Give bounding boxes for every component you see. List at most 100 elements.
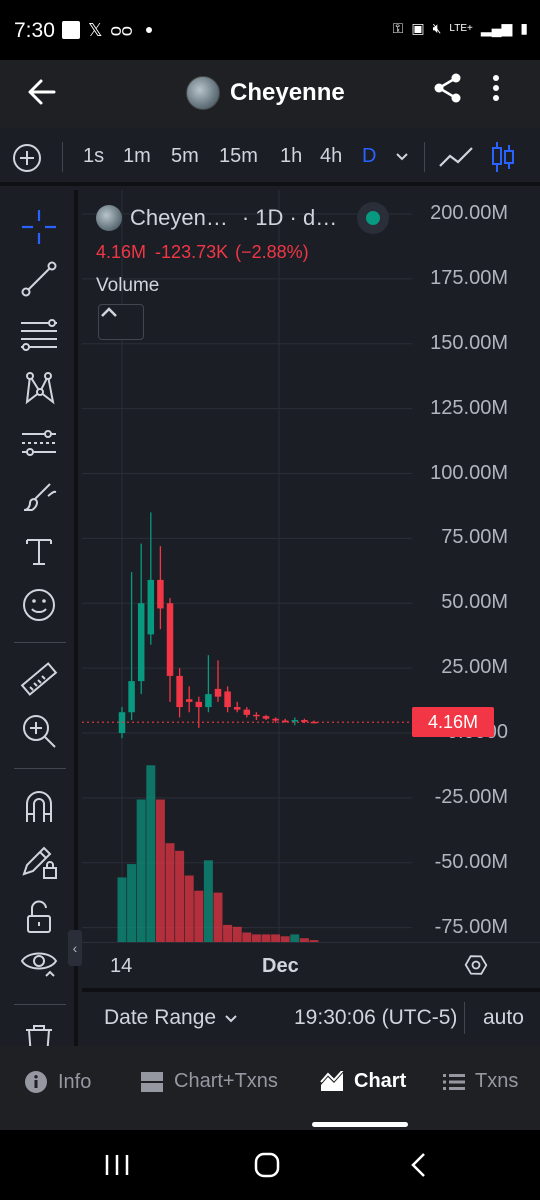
more-button[interactable] <box>486 70 506 106</box>
magnet-tool[interactable] <box>18 786 60 828</box>
legend-symbol[interactable]: Cheyen… <box>130 205 228 231</box>
home-icon <box>254 1152 280 1178</box>
auto-scale-toggle[interactable]: auto <box>483 1006 524 1030</box>
timeframe-d[interactable]: D <box>362 145 376 168</box>
toolbar-divider <box>14 768 66 769</box>
token-avatar <box>186 76 220 110</box>
timeframe-5m[interactable]: 5m <box>171 145 199 168</box>
tab-chart[interactable]: Chart <box>320 1070 406 1093</box>
candle-body <box>185 699 193 702</box>
toolbar-divider <box>14 1004 66 1005</box>
page-title: Cheyenne <box>230 79 345 106</box>
magnet-icon <box>26 791 52 822</box>
time-axis[interactable]: 14 Dec <box>82 942 540 988</box>
system-navigation-bar <box>0 1130 540 1200</box>
candle-body <box>176 675 183 708</box>
chevron-left-icon <box>411 1153 425 1177</box>
tab-label: Txns <box>475 1070 519 1092</box>
square-icon <box>62 21 80 39</box>
brush-tool[interactable] <box>18 476 60 518</box>
price-axis[interactable]: 200.00M 175.00M 150.00M 125.00M 100.00M 75.00… <box>406 190 540 942</box>
volume-bar <box>290 934 300 942</box>
date-range-button[interactable]: Date Range <box>104 1006 238 1030</box>
candlestick-icon <box>492 142 514 172</box>
lock-drawings-tool[interactable] <box>18 840 60 882</box>
list-icon <box>443 1073 465 1090</box>
collapse-legend-button[interactable] <box>98 304 144 340</box>
legend-details: · 1D · d… <box>241 205 338 230</box>
market-status-indicator[interactable] <box>357 202 390 234</box>
bottom-tab-bar: Info Chart+Txns Chart Txns <box>0 1046 540 1130</box>
tab-txns[interactable]: Txns <box>443 1070 518 1093</box>
share-button[interactable] <box>430 70 466 106</box>
candle-body <box>224 691 231 708</box>
volume-bar <box>155 799 165 942</box>
last-price-tag: 4.16M <box>412 707 494 738</box>
volume-bar <box>242 932 252 942</box>
timeframe-dropdown[interactable] <box>394 148 410 164</box>
recent-apps-button[interactable] <box>102 1150 132 1180</box>
chevron-down-icon <box>225 1015 237 1023</box>
timeframe-1s[interactable]: 1s <box>83 145 104 168</box>
home-button[interactable] <box>252 1150 282 1180</box>
candle-chart-type-button[interactable] <box>490 140 516 174</box>
unlock-icon <box>27 900 51 933</box>
toolbar-collapse-handle[interactable]: ‹ <box>68 930 82 966</box>
text-icon <box>26 539 52 565</box>
timeframe-4h[interactable]: 4h <box>320 145 342 168</box>
price-axis-label: -75.00M <box>434 915 508 938</box>
candle-body <box>205 694 212 708</box>
fib-retracement-tool[interactable] <box>18 314 60 356</box>
tab-chart-txns[interactable]: Chart+Txns <box>140 1070 278 1093</box>
date-range-label: Date Range <box>104 1006 217 1029</box>
share-icon <box>434 73 461 103</box>
line-chart-type-button[interactable] <box>438 142 474 172</box>
pattern-tool[interactable] <box>18 368 60 410</box>
volume-bar <box>271 934 281 942</box>
volume-bar <box>184 875 194 942</box>
chevron-up-icon <box>101 307 117 317</box>
tab-info[interactable]: Info <box>24 1070 91 1094</box>
crosshair-tool[interactable] <box>18 206 60 248</box>
notification-dot-icon <box>146 27 153 33</box>
forecast-icon <box>22 430 56 456</box>
timeframe-1m[interactable]: 1m <box>123 145 151 168</box>
system-back-button[interactable] <box>404 1150 434 1180</box>
emoji-tool[interactable] <box>18 584 60 626</box>
hide-drawings-tool[interactable] <box>18 942 60 984</box>
price-axis-label: 50.00M <box>441 591 508 614</box>
lock-tool[interactable] <box>18 896 60 938</box>
toolbar-divider <box>14 642 66 643</box>
candle-body <box>128 681 135 713</box>
indicator-label[interactable]: Volume <box>96 275 389 297</box>
signal-bars-icon: ▂▄▆ <box>480 20 513 36</box>
tab-label: Chart <box>354 1070 407 1092</box>
trend-line-tool[interactable] <box>18 258 60 300</box>
chart-widget: 1s 1m 5m 15m 1h 4h D Cheyen… · 1D · d… 4… <box>0 128 540 1046</box>
timeframe-15m[interactable]: 15m <box>219 145 258 168</box>
price-axis-label: 25.00M <box>441 656 508 679</box>
ruler-icon <box>20 662 58 696</box>
timeframe-1h[interactable]: 1h <box>280 145 302 168</box>
chart-legend: Cheyen… · 1D · d… 4.16M -123.73K (−2.88%… <box>96 202 390 297</box>
legend-value: 4.16M <box>96 242 147 262</box>
volume-bar <box>175 850 185 942</box>
price-axis-label: 75.00M <box>441 526 508 549</box>
chart-txns-icon <box>141 1071 163 1092</box>
timezone-clock[interactable]: 19:30:06 (UTC-5) <box>294 1006 457 1030</box>
legend-change-pct: (−2.88%) <box>235 242 309 262</box>
text-tool[interactable] <box>18 530 60 572</box>
candle-body <box>301 720 308 722</box>
measure-tool[interactable] <box>18 658 60 700</box>
add-symbol-button[interactable] <box>12 143 42 173</box>
forecasting-tool[interactable] <box>18 422 60 464</box>
battery-saver-icon: ▣ <box>411 20 425 36</box>
zoom-tool[interactable] <box>18 710 60 752</box>
chart-settings-button[interactable] <box>464 953 488 977</box>
recent-apps-icon <box>105 1155 129 1175</box>
remove-drawings-tool[interactable] <box>18 1020 60 1046</box>
eye-icon <box>20 952 58 977</box>
voicemail-icon: ᴑᴑ <box>110 20 133 40</box>
back-button[interactable] <box>22 72 62 112</box>
mute-icon: 🔇︎ <box>432 20 442 36</box>
